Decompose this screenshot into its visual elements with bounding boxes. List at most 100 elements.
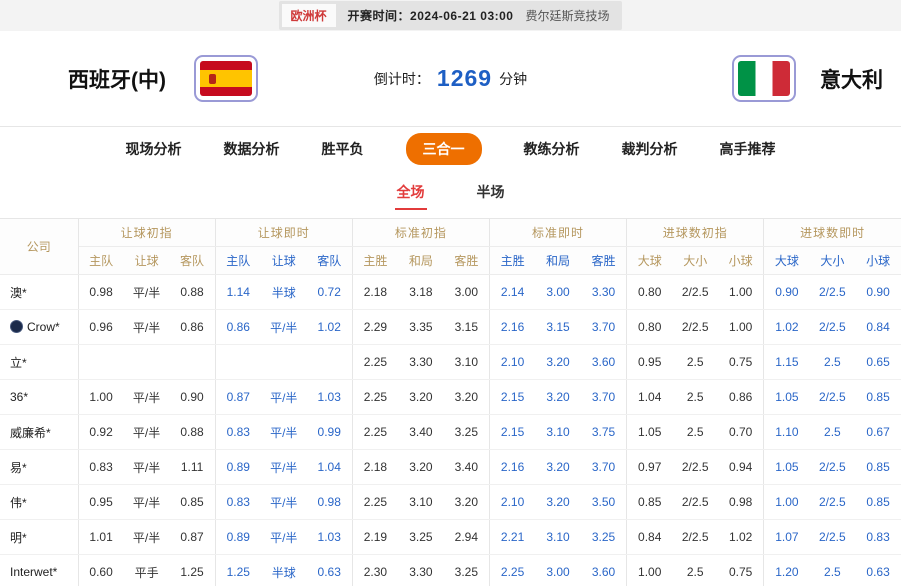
odds-cell[interactable]: 平/半 xyxy=(124,275,170,310)
odds-cell[interactable]: 3.15 xyxy=(535,310,581,345)
odds-cell[interactable]: 0.97 xyxy=(627,450,673,485)
odds-cell[interactable]: 3.70 xyxy=(581,310,627,345)
odds-cell[interactable]: 0.86 xyxy=(169,310,215,345)
odds-cell[interactable]: 1.25 xyxy=(169,555,215,586)
odds-cell[interactable]: 0.84 xyxy=(627,520,673,555)
odds-cell[interactable]: 3.60 xyxy=(581,345,627,380)
odds-cell[interactable]: 0.85 xyxy=(855,485,901,520)
odds-cell[interactable]: 1.02 xyxy=(764,310,810,345)
odds-cell[interactable]: 0.83 xyxy=(78,450,124,485)
odds-cell[interactable]: 3.70 xyxy=(581,380,627,415)
nav-tab-three-in-one[interactable]: 三合一 xyxy=(406,133,482,165)
odds-cell[interactable]: 3.30 xyxy=(398,345,444,380)
odds-cell[interactable]: 平/半 xyxy=(261,520,307,555)
odds-cell[interactable]: 0.75 xyxy=(718,345,764,380)
league-badge[interactable]: 欧洲杯 xyxy=(282,4,336,27)
odds-cell[interactable]: 0.90 xyxy=(764,275,810,310)
odds-cell[interactable]: 2.18 xyxy=(352,275,398,310)
odds-cell[interactable]: 0.72 xyxy=(307,275,353,310)
odds-cell[interactable]: 0.85 xyxy=(855,380,901,415)
odds-cell[interactable]: 0.83 xyxy=(215,415,261,450)
odds-cell[interactable]: 2.30 xyxy=(352,555,398,586)
odds-cell[interactable]: 3.10 xyxy=(398,485,444,520)
odds-cell[interactable]: 0.85 xyxy=(855,450,901,485)
odds-cell[interactable] xyxy=(261,345,307,380)
odds-cell[interactable]: 0.80 xyxy=(627,275,673,310)
odds-cell[interactable]: 0.83 xyxy=(855,520,901,555)
odds-cell[interactable]: 3.18 xyxy=(398,275,444,310)
odds-cell[interactable]: 2.5 xyxy=(810,345,856,380)
odds-cell[interactable]: 2/2.5 xyxy=(810,520,856,555)
odds-cell[interactable]: 平/半 xyxy=(124,380,170,415)
odds-cell[interactable]: 1.05 xyxy=(627,415,673,450)
odds-cell[interactable]: 2.5 xyxy=(672,380,718,415)
odds-cell[interactable]: 半球 xyxy=(261,275,307,310)
odds-cell[interactable]: 3.20 xyxy=(444,380,490,415)
odds-cell[interactable]: 2.25 xyxy=(352,380,398,415)
odds-cell[interactable]: 3.75 xyxy=(581,415,627,450)
odds-cell[interactable]: 2.14 xyxy=(489,275,535,310)
odds-cell[interactable]: 0.67 xyxy=(855,415,901,450)
odds-cell[interactable]: 3.20 xyxy=(398,450,444,485)
odds-cell[interactable]: 3.25 xyxy=(444,415,490,450)
odds-cell[interactable]: 2.5 xyxy=(672,415,718,450)
odds-cell[interactable]: 2/2.5 xyxy=(672,450,718,485)
odds-cell[interactable]: 平/半 xyxy=(124,310,170,345)
odds-cell[interactable]: 2.5 xyxy=(810,415,856,450)
odds-cell[interactable]: 平/半 xyxy=(124,450,170,485)
nav-tab-coach-analysis[interactable]: 教练分析 xyxy=(524,139,580,159)
odds-cell[interactable]: 0.85 xyxy=(169,485,215,520)
odds-cell[interactable]: 1.20 xyxy=(764,555,810,586)
odds-cell[interactable]: 0.99 xyxy=(307,415,353,450)
subtab-full-match[interactable]: 全场 xyxy=(395,179,427,210)
odds-cell[interactable]: 平/半 xyxy=(261,415,307,450)
odds-cell[interactable]: 1.04 xyxy=(627,380,673,415)
odds-cell[interactable]: 0.98 xyxy=(718,485,764,520)
odds-cell[interactable]: 2.5 xyxy=(672,555,718,586)
odds-cell[interactable]: 3.20 xyxy=(535,485,581,520)
odds-cell[interactable]: 3.20 xyxy=(535,380,581,415)
odds-cell[interactable]: 0.63 xyxy=(307,555,353,586)
odds-cell[interactable]: 0.90 xyxy=(855,275,901,310)
odds-cell[interactable]: 0.94 xyxy=(718,450,764,485)
odds-cell[interactable]: 3.35 xyxy=(398,310,444,345)
odds-cell[interactable]: 1.03 xyxy=(307,520,353,555)
odds-cell[interactable] xyxy=(307,345,353,380)
odds-cell[interactable]: 0.96 xyxy=(78,310,124,345)
odds-cell[interactable]: 0.83 xyxy=(215,485,261,520)
odds-cell[interactable]: 2.15 xyxy=(489,380,535,415)
odds-cell[interactable]: 1.00 xyxy=(764,485,810,520)
odds-cell[interactable]: 3.25 xyxy=(444,555,490,586)
odds-cell[interactable]: 1.07 xyxy=(764,520,810,555)
odds-cell[interactable]: 1.04 xyxy=(307,450,353,485)
odds-cell[interactable]: 平/半 xyxy=(261,450,307,485)
odds-cell[interactable]: 2.25 xyxy=(352,415,398,450)
odds-cell[interactable]: 2/2.5 xyxy=(672,310,718,345)
odds-cell[interactable]: 3.25 xyxy=(581,520,627,555)
company-cell[interactable]: Interwet* xyxy=(0,555,78,586)
odds-cell[interactable]: 2/2.5 xyxy=(672,485,718,520)
odds-cell[interactable]: 平/半 xyxy=(124,485,170,520)
odds-cell[interactable]: 2.19 xyxy=(352,520,398,555)
odds-cell[interactable]: 1.03 xyxy=(307,380,353,415)
odds-cell[interactable]: 0.65 xyxy=(855,345,901,380)
company-cell[interactable]: 易* xyxy=(0,450,78,485)
nav-tab-referee-analysis[interactable]: 裁判分析 xyxy=(622,139,678,159)
odds-cell[interactable]: 2/2.5 xyxy=(672,520,718,555)
odds-cell[interactable]: 0.80 xyxy=(627,310,673,345)
company-cell[interactable]: 澳* xyxy=(0,275,78,310)
odds-cell[interactable]: 3.20 xyxy=(535,345,581,380)
odds-cell[interactable]: 0.92 xyxy=(78,415,124,450)
odds-cell[interactable]: 2/2.5 xyxy=(810,450,856,485)
odds-cell[interactable]: 1.10 xyxy=(764,415,810,450)
odds-cell[interactable] xyxy=(124,345,170,380)
odds-cell[interactable]: 3.20 xyxy=(398,380,444,415)
company-cell[interactable]: Crow* xyxy=(0,310,78,345)
odds-cell[interactable]: 2/2.5 xyxy=(810,275,856,310)
odds-cell[interactable]: 2.18 xyxy=(352,450,398,485)
odds-cell[interactable]: 1.02 xyxy=(718,520,764,555)
odds-cell[interactable]: 0.75 xyxy=(718,555,764,586)
company-cell[interactable]: 伟* xyxy=(0,485,78,520)
nav-tab-expert-picks[interactable]: 高手推荐 xyxy=(720,139,776,159)
odds-cell[interactable]: 3.20 xyxy=(535,450,581,485)
